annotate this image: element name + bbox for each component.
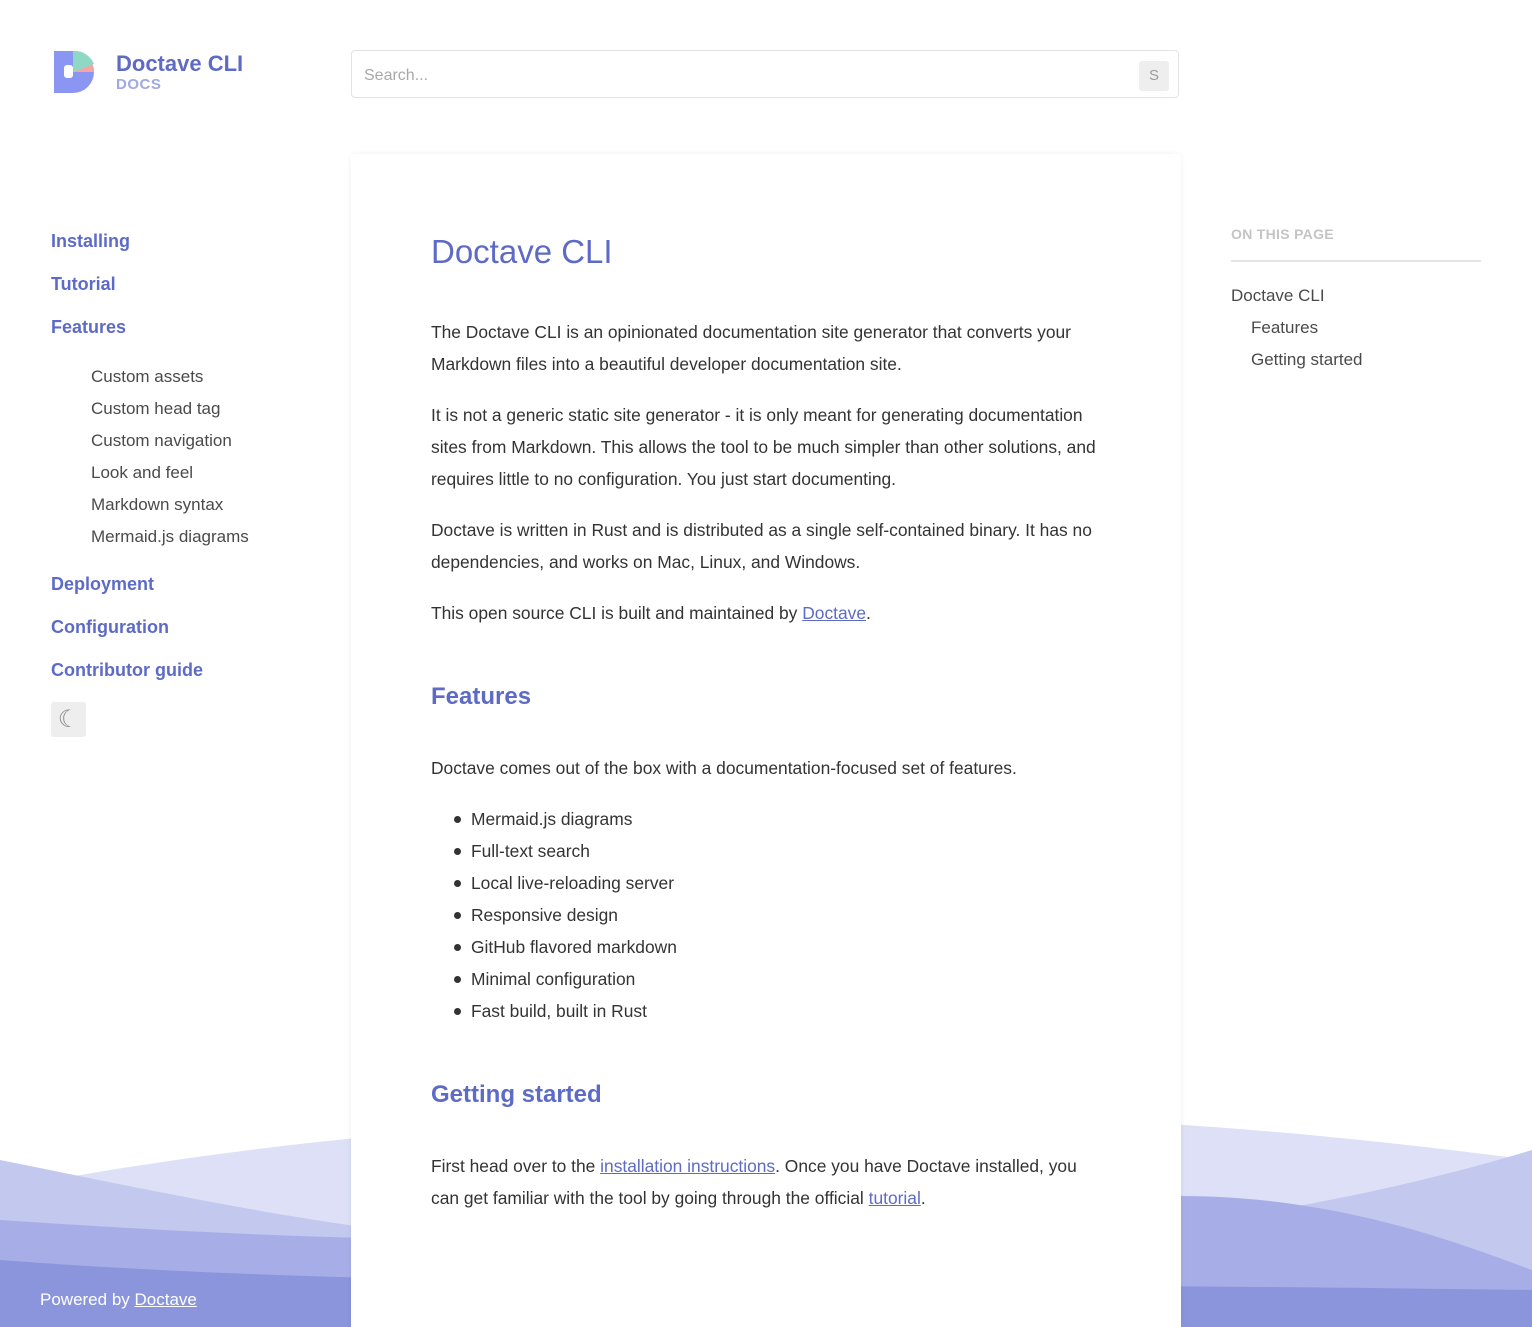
dark-mode-toggle-button[interactable]: ☾	[51, 702, 86, 737]
maintained-paragraph: This open source CLI is built and mainta…	[431, 597, 1101, 629]
features-heading: Features	[431, 683, 532, 710]
features-intro: Doctave comes out of the box with a docu…	[431, 758, 1017, 778]
search-box[interactable]: S	[351, 50, 1179, 98]
sidebar-item-markdown-syntax[interactable]: Markdown syntax	[91, 489, 311, 521]
sidebar-item-features[interactable]: Features	[51, 310, 311, 353]
moon-icon: ☾	[57, 706, 80, 733]
footer-text: Powered by	[40, 1290, 135, 1309]
sidebar-item-contributor-guide[interactable]: Contributor guide	[51, 653, 311, 696]
toc-item-features[interactable]: Features	[1231, 312, 1481, 344]
sidebar-item-custom-navigation[interactable]: Custom navigation	[91, 425, 311, 457]
search-input[interactable]	[362, 64, 1126, 88]
list-item: Responsive design	[454, 899, 1101, 931]
intro-paragraph-2: It is not a generic static site generato…	[431, 405, 1096, 489]
article: Doctave CLI The Doctave CLI is an opinio…	[431, 230, 1101, 1233]
brand-title: Doctave CLI	[116, 50, 244, 76]
brand-subtitle: DOCS	[116, 75, 162, 93]
doctave-link[interactable]: Doctave	[802, 603, 866, 623]
sidebar-item-tutorial[interactable]: Tutorial	[51, 267, 311, 310]
getting-started-text-1: First head over to the	[431, 1156, 601, 1176]
list-item: Fast build, built in Rust	[454, 995, 1101, 1027]
installation-instructions-link[interactable]: installation instructions	[600, 1156, 775, 1176]
intro-paragraph-3: Doctave is written in Rust and is distri…	[431, 520, 1092, 572]
list-item: Mermaid.js diagrams	[454, 803, 1101, 835]
sidebar-item-deployment[interactable]: Deployment	[51, 567, 311, 610]
sidebar-item-look-and-feel[interactable]: Look and feel	[91, 457, 311, 489]
getting-started-paragraph: First head over to the installation inst…	[431, 1150, 1101, 1214]
doctave-logo-icon	[54, 50, 94, 93]
list-item: GitHub flavored markdown	[454, 931, 1101, 963]
intro-paragraph-1: The Doctave CLI is an opinionated docume…	[431, 322, 1071, 374]
maintained-period: .	[866, 603, 871, 623]
sidebar-item-mermaid-diagrams[interactable]: Mermaid.js diagrams	[91, 521, 311, 553]
toc-item-getting-started[interactable]: Getting started	[1231, 344, 1481, 376]
toc-item-doctave-cli[interactable]: Doctave CLI	[1231, 280, 1481, 312]
footer-doctave-link[interactable]: Doctave	[135, 1290, 197, 1309]
search-shortcut-key: S	[1139, 61, 1169, 91]
page-title: Doctave CLI	[431, 233, 613, 270]
brand[interactable]: Doctave CLI DOCS	[51, 48, 243, 96]
tutorial-link[interactable]: tutorial	[869, 1188, 921, 1208]
features-list: Mermaid.js diagrams Full-text search Loc…	[431, 803, 1101, 1027]
list-item: Local live-reloading server	[454, 867, 1101, 899]
page: Doctave CLI DOCS S Installing Tutorial F…	[0, 0, 1532, 1327]
sidebar-item-custom-head-tag[interactable]: Custom head tag	[91, 393, 311, 425]
content-card: Doctave CLI The Doctave CLI is an opinio…	[351, 154, 1181, 1327]
sidebar-item-configuration[interactable]: Configuration	[51, 610, 311, 653]
getting-started-heading: Getting started	[431, 1081, 602, 1108]
sidebar-item-installing[interactable]: Installing	[51, 224, 311, 267]
list-item: Full-text search	[454, 835, 1101, 867]
list-item: Minimal configuration	[454, 963, 1101, 995]
sidebar-item-custom-assets[interactable]: Custom assets	[91, 361, 311, 393]
on-this-page-toc: ON THIS PAGE Doctave CLI Features Gettin…	[1231, 226, 1481, 376]
maintained-text: This open source CLI is built and mainta…	[431, 603, 803, 623]
toc-title: ON THIS PAGE	[1231, 226, 1481, 262]
getting-started-period: .	[920, 1188, 926, 1208]
sidebar-features-submenu: Custom assets Custom head tag Custom nav…	[51, 353, 311, 567]
footer-powered-by: Powered by Doctave	[40, 1290, 197, 1310]
sidebar-nav: Installing Tutorial Features Custom asse…	[51, 224, 311, 737]
